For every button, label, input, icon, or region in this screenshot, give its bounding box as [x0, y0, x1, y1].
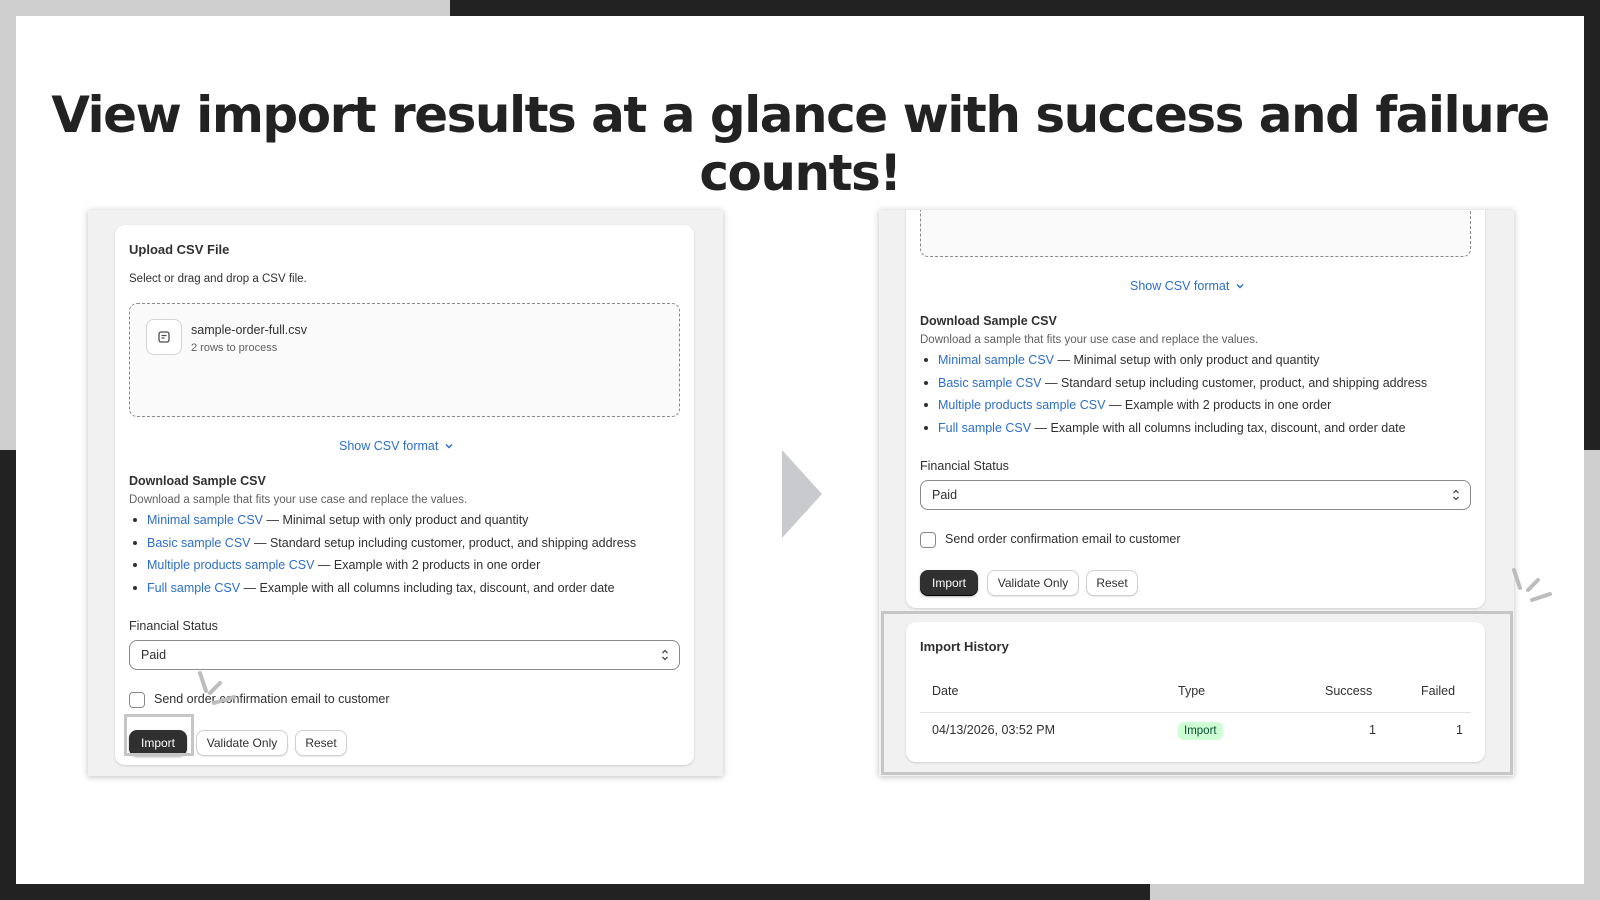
sample-link[interactable]: Basic sample CSV: [147, 536, 251, 550]
import-button[interactable]: Import: [920, 570, 978, 596]
sample-link[interactable]: Minimal sample CSV: [938, 353, 1054, 367]
show-csv-format-label: Show CSV format: [339, 439, 439, 453]
send-email-label: Send order confirmation email to custome…: [154, 692, 390, 706]
file-meta: 2 rows to process: [191, 342, 278, 354]
download-title: Download Sample CSV: [129, 474, 266, 488]
card-subtitle: Select or drag and drop a CSV file.: [129, 273, 307, 285]
send-email-checkbox[interactable]: [920, 532, 936, 548]
sample-link[interactable]: Multiple products sample CSV: [938, 398, 1105, 412]
reset-button[interactable]: Reset: [1086, 570, 1138, 596]
list-item: Minimal sample CSV — Minimal setup with …: [920, 349, 1427, 372]
headline: View import results at a glance with suc…: [51, 86, 1550, 202]
before-screenshot: Upload CSV File Select or drag and drop …: [88, 210, 723, 776]
file-dropzone[interactable]: sample-order-full.csv 2 rows to process: [129, 303, 680, 417]
send-email-label: Send order confirmation email to custome…: [945, 532, 1181, 546]
card-title: Upload CSV File: [129, 242, 230, 257]
import-button-highlight: [124, 714, 194, 756]
financial-status-select[interactable]: Paid: [920, 480, 1471, 510]
sample-link[interactable]: Full sample CSV: [938, 421, 1031, 435]
select-caret-icon: [1453, 489, 1459, 501]
show-csv-format-toggle[interactable]: Show CSV format: [1130, 279, 1245, 293]
list-item: Multiple products sample CSV — Example w…: [920, 394, 1427, 417]
next-arrow-icon: [782, 450, 822, 538]
chevron-down-icon: [1236, 283, 1244, 289]
financial-status-value: Paid: [932, 488, 958, 502]
sample-link[interactable]: Full sample CSV: [147, 581, 240, 595]
sample-list: Minimal sample CSV — Minimal setup with …: [920, 349, 1427, 439]
sample-list: Minimal sample CSV — Minimal setup with …: [129, 509, 636, 599]
list-item: Multiple products sample CSV — Example w…: [129, 554, 636, 577]
sample-desc: — Example with all columns including tax…: [240, 580, 615, 595]
click-spark-icon: [198, 671, 236, 705]
list-item: Minimal sample CSV — Minimal setup with …: [129, 509, 636, 532]
show-csv-format-label: Show CSV format: [1130, 279, 1230, 293]
sample-desc: — Example with 2 products in one order: [314, 558, 541, 573]
file-dropzone[interactable]: [920, 210, 1471, 257]
sample-desc: — Standard setup including customer, pro…: [250, 535, 637, 550]
financial-status-label: Financial Status: [129, 619, 218, 633]
list-item: Basic sample CSV — Standard setup includ…: [129, 532, 636, 555]
download-subtitle: Download a sample that fits your use cas…: [129, 494, 468, 506]
validate-only-button[interactable]: Validate Only: [196, 730, 288, 756]
file-icon: [146, 319, 182, 355]
click-spark-icon: [1512, 568, 1552, 602]
upload-card: Show CSV format Download Sample CSV Down…: [906, 210, 1485, 608]
sample-link[interactable]: Minimal sample CSV: [147, 513, 263, 527]
sample-link[interactable]: Basic sample CSV: [938, 376, 1042, 390]
show-csv-format-toggle[interactable]: Show CSV format: [339, 439, 454, 453]
send-email-checkbox[interactable]: [129, 692, 145, 708]
reset-button[interactable]: Reset: [295, 730, 347, 756]
list-item: Full sample CSV — Example with all colum…: [129, 577, 636, 600]
import-history-highlight: [881, 611, 1513, 775]
financial-status-label: Financial Status: [920, 459, 1009, 473]
sample-desc: — Example with 2 products in one order: [1105, 398, 1332, 413]
select-caret-icon: [662, 649, 668, 661]
sample-desc: — Standard setup including customer, pro…: [1041, 375, 1428, 390]
download-subtitle: Download a sample that fits your use cas…: [920, 334, 1259, 346]
list-item: Basic sample CSV — Standard setup includ…: [920, 372, 1427, 395]
download-title: Download Sample CSV: [920, 314, 1057, 328]
file-name: sample-order-full.csv: [191, 323, 308, 337]
sample-desc: — Minimal setup with only product and qu…: [263, 513, 529, 527]
validate-only-button[interactable]: Validate Only: [987, 570, 1079, 596]
sample-link[interactable]: Multiple products sample CSV: [147, 558, 314, 572]
financial-status-select[interactable]: Paid: [129, 640, 680, 670]
sample-desc: — Example with all columns including tax…: [1031, 420, 1406, 435]
financial-status-value: Paid: [141, 648, 167, 662]
chevron-down-icon: [445, 443, 453, 449]
list-item: Full sample CSV — Example with all colum…: [920, 417, 1427, 440]
sample-desc: — Minimal setup with only product and qu…: [1054, 353, 1320, 367]
